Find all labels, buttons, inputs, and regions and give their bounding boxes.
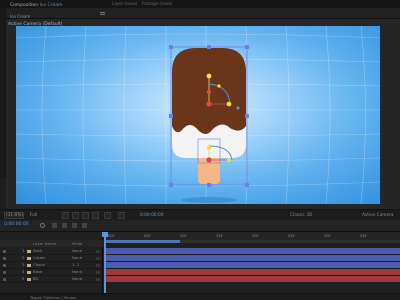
layer-row[interactable]: 5 BG None <box>0 276 103 283</box>
layer-duration-bar[interactable] <box>105 276 400 282</box>
timeline-footer: Toggle Switches / Modes <box>0 293 400 300</box>
comp-flow-icon[interactable] <box>52 223 57 228</box>
viewer-camera-label: Active Camera (Default) <box>8 22 63 27</box>
ruler-tick-label: 05f <box>144 233 151 238</box>
canvas-artwork <box>16 26 380 204</box>
shadow-shape <box>181 197 237 203</box>
layer-name[interactable]: Choco <box>33 262 45 269</box>
layer-row[interactable]: 1 Stick None <box>0 248 103 255</box>
layer-index: 1 <box>22 248 25 253</box>
viewer-timecode[interactable]: 0:00:00:00 <box>140 212 163 219</box>
layer-mode[interactable]: None <box>72 255 82 262</box>
ruler-tick-label: 10f <box>180 233 187 238</box>
grid-toggle-icon[interactable] <box>62 212 69 219</box>
timeline-header: 0:00:00:00 <box>0 220 400 232</box>
ruler-tick-label: 15f <box>216 233 223 238</box>
layer-name[interactable]: BG <box>33 276 38 283</box>
composition-subtab[interactable]: Ice Cream <box>10 14 30 19</box>
panel-menu-icon[interactable] <box>100 12 105 15</box>
layer-row[interactable]: 4 Base None <box>0 269 103 276</box>
viewer-control-bar: (31.6%) Full 0:00:00:00 Classic 3D Activ… <box>0 209 400 220</box>
visibility-eye-icon[interactable] <box>3 249 6 253</box>
layer-index: 3 <box>22 262 25 267</box>
visibility-eye-icon[interactable] <box>3 256 6 260</box>
layer-mode[interactable]: None <box>72 269 82 276</box>
renderer-value[interactable]: Classic 3D <box>290 212 312 219</box>
ruler-tick-label: 00f <box>108 233 115 238</box>
ruler-tick-label: 30f <box>324 233 331 238</box>
visibility-eye-icon[interactable] <box>3 270 6 274</box>
layer-tab[interactable]: Layer (none) <box>112 1 138 7</box>
layer-row[interactable]: 2 Cream None <box>0 255 103 262</box>
label-color-swatch[interactable] <box>27 249 31 253</box>
composition-title[interactable]: Composition Ice Cream <box>10 3 62 8</box>
layer-index: 4 <box>22 269 25 274</box>
mode-dropdown-icon[interactable] <box>96 270 100 274</box>
composition-canvas[interactable] <box>16 26 380 204</box>
layer-column-header: Layer Name Mode <box>0 240 103 247</box>
layer-name-header[interactable]: Layer Name <box>33 240 56 247</box>
layer-row[interactable]: 3 Choco 1. 2 <box>0 262 103 269</box>
ruler-tick-label: 20f <box>252 233 259 238</box>
playhead-handle[interactable] <box>102 232 108 237</box>
transparency-icon[interactable] <box>82 212 89 219</box>
work-area-fill[interactable] <box>104 240 180 243</box>
time-ruler[interactable]: 00f 05f 10f 15f 20f 25f 30f 35f <box>104 232 400 240</box>
layer-index: 5 <box>22 276 25 281</box>
ruler-tick-label: 35f <box>360 233 367 238</box>
layer-mode[interactable]: None <box>72 248 82 255</box>
channel-icon[interactable] <box>104 212 111 219</box>
footage-tab[interactable]: Footage (none) <box>142 1 172 7</box>
label-color-swatch[interactable] <box>27 256 31 260</box>
mode-dropdown-icon[interactable] <box>96 277 100 281</box>
playhead-line[interactable] <box>104 232 106 300</box>
mode-dropdown-icon[interactable] <box>96 256 100 260</box>
work-area-bar[interactable] <box>104 240 400 243</box>
graph-editor-icon[interactable] <box>82 223 87 228</box>
toggle-switches-modes[interactable]: Toggle Switches / Modes <box>30 295 76 300</box>
region-icon[interactable] <box>92 212 99 219</box>
motion-blur-icon[interactable] <box>72 223 77 228</box>
mask-toggle-icon[interactable] <box>72 212 79 219</box>
visibility-eye-icon[interactable] <box>3 277 6 281</box>
composition-label: Composition <box>10 3 39 8</box>
zoom-value: (31.6%) <box>6 213 24 218</box>
label-color-swatch[interactable] <box>27 263 31 267</box>
camera-dropdown[interactable]: Active Camera <box>362 212 394 219</box>
timeline-timecode[interactable]: 0:00:00:00 <box>4 222 29 227</box>
layer-mode[interactable]: 1. 2 <box>72 262 79 269</box>
snapshot-icon[interactable] <box>118 212 125 219</box>
mode-dropdown-icon[interactable] <box>96 263 100 267</box>
mode-header[interactable]: Mode <box>72 240 82 247</box>
ruler-tick-label: 25f <box>288 233 295 238</box>
after-effects-window: Layer (none) Footage (none) Composition … <box>0 0 400 300</box>
layer-duration-bar[interactable] <box>105 255 400 261</box>
mode-dropdown-icon[interactable] <box>96 249 100 253</box>
layer-duration-bar[interactable] <box>105 262 400 268</box>
layer-duration-bar[interactable] <box>105 269 400 275</box>
composition-name: Ice Cream <box>39 3 63 8</box>
layer-index: 2 <box>22 255 25 260</box>
visibility-eye-icon[interactable] <box>3 263 6 267</box>
layer-name[interactable]: Base <box>33 269 42 276</box>
label-color-swatch[interactable] <box>27 270 31 274</box>
label-color-swatch[interactable] <box>27 277 31 281</box>
composition-tab-bar <box>6 8 400 19</box>
layer-mode[interactable]: None <box>72 276 82 283</box>
search-icon[interactable] <box>40 223 45 228</box>
layer-name[interactable]: Cream <box>33 255 46 262</box>
layer-name[interactable]: Stick <box>33 248 42 255</box>
layer-duration-bar[interactable] <box>105 248 400 254</box>
resolution-value[interactable]: Full <box>30 212 37 219</box>
draft-3d-icon[interactable] <box>62 223 67 228</box>
